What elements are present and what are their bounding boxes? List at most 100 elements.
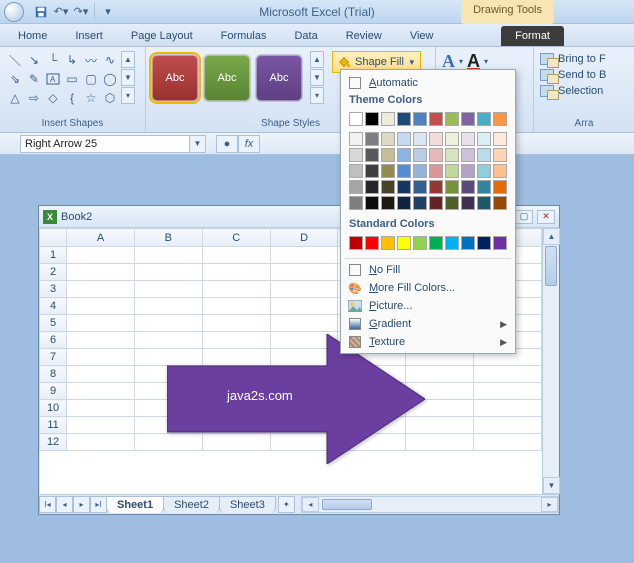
color-swatch[interactable] <box>461 196 475 210</box>
cell[interactable] <box>67 349 135 366</box>
color-swatch[interactable] <box>477 196 491 210</box>
shape-elbow-arrow[interactable]: ↳ <box>63 51 81 69</box>
office-button[interactable] <box>4 2 24 22</box>
close-button[interactable]: ✕ <box>537 210 555 224</box>
color-swatch[interactable] <box>445 112 459 126</box>
color-swatch[interactable] <box>429 148 443 162</box>
color-swatch[interactable] <box>413 236 427 250</box>
color-swatch[interactable] <box>413 196 427 210</box>
sheet-tab[interactable]: Sheet2 <box>163 496 220 513</box>
color-swatch[interactable] <box>381 180 395 194</box>
row-header[interactable]: 10 <box>40 400 67 417</box>
color-swatch[interactable] <box>365 164 379 178</box>
color-swatch[interactable] <box>349 180 363 194</box>
scroll-left-button[interactable]: ◂ <box>302 497 319 512</box>
color-swatch[interactable] <box>445 236 459 250</box>
color-swatch[interactable] <box>429 112 443 126</box>
tab-home[interactable]: Home <box>8 26 57 46</box>
color-swatch[interactable] <box>493 132 507 146</box>
cell[interactable] <box>202 247 270 264</box>
color-swatch[interactable] <box>461 164 475 178</box>
tab-view[interactable]: View <box>400 26 444 46</box>
shape-hex[interactable]: ⬡ <box>101 89 119 107</box>
cell[interactable] <box>67 332 135 349</box>
color-swatch[interactable] <box>493 180 507 194</box>
texture-fill[interactable]: Texture ▶ <box>341 333 515 351</box>
shape-triangle[interactable]: △ <box>6 89 24 107</box>
color-swatch[interactable] <box>397 132 411 146</box>
row-header[interactable]: 4 <box>40 298 67 315</box>
scroll-down-button[interactable]: ▼ <box>543 477 560 494</box>
color-swatch[interactable] <box>461 148 475 162</box>
name-box[interactable]: Right Arrow 25 <box>20 135 190 153</box>
color-swatch[interactable] <box>365 148 379 162</box>
shape-diamond[interactable]: ◇ <box>44 89 62 107</box>
shape-textbox[interactable]: A <box>44 70 62 88</box>
row-header[interactable]: 8 <box>40 366 67 383</box>
cell[interactable] <box>67 247 135 264</box>
bring-to-front-button[interactable]: Bring to F <box>540 51 628 67</box>
cell[interactable] <box>270 264 338 281</box>
style-gallery[interactable]: Abc Abc Abc ▲ ▼ ▾ <box>152 51 324 104</box>
color-swatch[interactable] <box>397 148 411 162</box>
cell[interactable] <box>67 434 135 451</box>
cell[interactable] <box>67 298 135 315</box>
color-swatch[interactable] <box>381 112 395 126</box>
column-header[interactable]: A <box>67 229 135 247</box>
color-swatch[interactable] <box>477 180 491 194</box>
color-swatch[interactable] <box>461 236 475 250</box>
color-swatch[interactable] <box>349 132 363 146</box>
color-swatch[interactable] <box>477 132 491 146</box>
styles-scroll-down[interactable]: ▼ <box>310 69 324 86</box>
cell[interactable] <box>67 264 135 281</box>
styles-more[interactable]: ▾ <box>310 87 324 104</box>
shapes-more[interactable]: ▾ <box>121 87 135 104</box>
style-swatch-green[interactable]: Abc <box>204 55 250 101</box>
scroll-thumb[interactable] <box>545 246 557 286</box>
cell[interactable] <box>134 247 202 264</box>
cell[interactable] <box>474 366 542 383</box>
color-swatch[interactable] <box>477 236 491 250</box>
color-swatch[interactable] <box>381 164 395 178</box>
color-swatch[interactable] <box>381 196 395 210</box>
shape-rounded[interactable]: ▢ <box>82 70 100 88</box>
color-swatch[interactable] <box>413 112 427 126</box>
color-swatch[interactable] <box>493 112 507 126</box>
color-swatch[interactable] <box>349 112 363 126</box>
hscroll-thumb[interactable] <box>322 499 372 510</box>
shape-arrow-line[interactable]: ↘ <box>25 51 43 69</box>
cell[interactable] <box>134 264 202 281</box>
color-swatch[interactable] <box>381 132 395 146</box>
color-swatch[interactable] <box>349 196 363 210</box>
color-swatch[interactable] <box>493 196 507 210</box>
cell[interactable] <box>270 315 338 332</box>
shape-line[interactable]: ＼ <box>6 51 24 69</box>
shape-oval[interactable]: ◯ <box>101 70 119 88</box>
cell[interactable] <box>202 264 270 281</box>
shape-scribble[interactable]: ✎ <box>25 70 43 88</box>
gradient-fill[interactable]: Gradient ▶ <box>341 315 515 333</box>
shape-right-arrow[interactable]: ⇨ <box>25 89 43 107</box>
shape-star[interactable]: ☆ <box>82 89 100 107</box>
color-swatch[interactable] <box>413 164 427 178</box>
color-swatch[interactable] <box>397 180 411 194</box>
color-swatch[interactable] <box>365 112 379 126</box>
color-swatch[interactable] <box>477 164 491 178</box>
row-header[interactable]: 3 <box>40 281 67 298</box>
color-swatch[interactable] <box>397 236 411 250</box>
shape-freeform[interactable]: ∿ <box>101 51 119 69</box>
color-swatch[interactable] <box>445 164 459 178</box>
row-header[interactable]: 9 <box>40 383 67 400</box>
redo-button[interactable]: ↷▾ <box>72 3 90 21</box>
color-swatch[interactable] <box>365 236 379 250</box>
color-swatch[interactable] <box>461 112 475 126</box>
color-swatch[interactable] <box>365 196 379 210</box>
tab-review[interactable]: Review <box>336 26 392 46</box>
cell[interactable] <box>474 417 542 434</box>
qat-customize[interactable]: ▾ <box>99 3 117 21</box>
save-button[interactable] <box>32 3 50 21</box>
color-swatch[interactable] <box>445 132 459 146</box>
cell[interactable] <box>134 315 202 332</box>
cell[interactable] <box>134 298 202 315</box>
color-swatch[interactable] <box>429 164 443 178</box>
